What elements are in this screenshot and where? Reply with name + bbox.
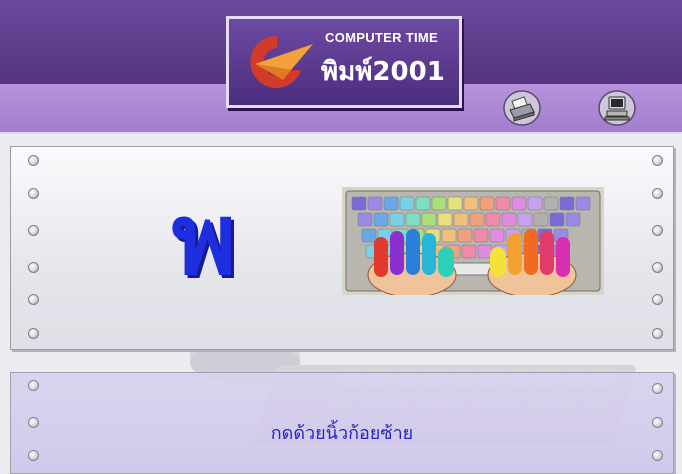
keyboard-key <box>463 196 479 211</box>
instruction-panel: กดด้วยนิ้วก้อยซ้าย <box>10 372 674 474</box>
target-letter-text: พ <box>172 187 237 297</box>
keyboard-key <box>405 212 421 227</box>
keyboard-key <box>389 212 405 227</box>
keyboard-key <box>501 212 517 227</box>
keyboard-key <box>575 196 591 211</box>
keyboard-key <box>373 212 389 227</box>
keyboard-key <box>559 196 575 211</box>
logo-subtitle: พิมพ์2001 <box>321 57 445 87</box>
keyboard-key <box>437 212 453 227</box>
computer-icon <box>598 90 636 126</box>
keyboard-key <box>527 196 543 211</box>
panel-hole <box>652 188 663 199</box>
panel-hole <box>652 262 663 273</box>
keyboard-key <box>461 244 477 259</box>
target-letter: พ พ <box>172 187 240 297</box>
panel-hole <box>652 328 663 339</box>
panel-hole <box>28 294 39 305</box>
printer-icon <box>503 90 541 126</box>
keyboard-key <box>383 196 399 211</box>
keyboard-key <box>399 196 415 211</box>
keyboard-key <box>517 212 533 227</box>
panel-hole <box>28 188 39 199</box>
keyboard-key <box>457 228 473 243</box>
keyboard-key <box>473 228 489 243</box>
panel-hole <box>652 450 663 461</box>
keyboard-hands-illustration <box>342 187 604 295</box>
app-logo: COMPUTER TIME พิมพ์2001 <box>226 16 462 108</box>
panel-hole <box>28 328 39 339</box>
printer-button[interactable] <box>503 90 541 126</box>
finger-instruction: กดด้วยนิ้วก้อยซ้าย <box>270 423 414 444</box>
logo-swirl-icon <box>250 35 313 88</box>
panel-hole <box>652 155 663 166</box>
keyboard-key <box>367 196 383 211</box>
keyboard-key <box>441 228 457 243</box>
lesson-display-panel: พ พ <box>10 146 674 350</box>
keyboard-key <box>533 212 549 227</box>
panel-hole <box>28 262 39 273</box>
logo-title: COMPUTER TIME <box>325 30 438 45</box>
keyboard-key <box>357 212 373 227</box>
panel-hole <box>28 450 39 461</box>
panel-hole <box>28 155 39 166</box>
panel-hole <box>652 383 663 394</box>
keyboard-key <box>485 212 501 227</box>
keyboard-key <box>489 228 505 243</box>
keyboard-key <box>421 212 437 227</box>
keyboard-key <box>361 228 377 243</box>
keyboard-key <box>543 196 559 211</box>
panel-hole <box>28 380 39 391</box>
panel-hole <box>28 225 39 236</box>
keyboard-key <box>453 212 469 227</box>
keyboard-key <box>415 196 431 211</box>
keyboard-key <box>479 196 495 211</box>
keyboard-key <box>351 196 367 211</box>
keyboard-key <box>565 212 581 227</box>
computer-button[interactable] <box>598 90 636 126</box>
panel-hole <box>652 225 663 236</box>
keyboard-key <box>549 212 565 227</box>
keyboard-key <box>477 244 493 259</box>
keyboard-key <box>469 212 485 227</box>
keyboard-key <box>495 196 511 211</box>
keyboard-key <box>511 196 527 211</box>
keyboard-key <box>431 196 447 211</box>
keyboard-key <box>447 196 463 211</box>
panel-hole <box>652 294 663 305</box>
